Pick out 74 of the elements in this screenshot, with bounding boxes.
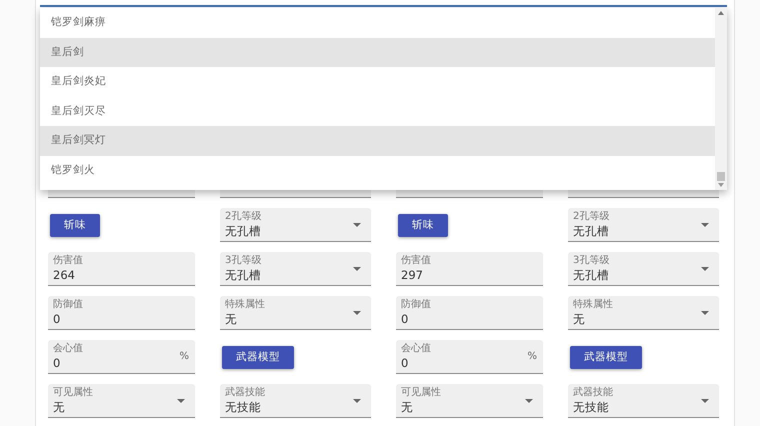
field-label: 伤害值 (53, 254, 84, 266)
caret-icon (701, 266, 709, 270)
input-field[interactable]: 伤害值 264 (48, 252, 195, 286)
select-field[interactable]: 3孔等级 无孔槽 (220, 252, 371, 286)
dropdown-option[interactable]: 铠罗剑麻痹 (40, 8, 715, 38)
action-button[interactable]: 斩味 (50, 214, 100, 236)
field-label: 可见属性 (53, 386, 94, 398)
select-field[interactable]: 特殊属性 无 (220, 296, 371, 330)
field-label: 防御值 (401, 298, 432, 310)
field-value: 0 (401, 310, 410, 326)
field-label: 可见属性 (401, 386, 442, 398)
select-field[interactable]: 可见属性 无 (48, 384, 195, 418)
caret-icon (525, 398, 533, 402)
field-label: 3孔等级 (573, 254, 610, 266)
select-field[interactable]: 武器技能 无技能 (220, 384, 371, 418)
field-value: 无孔槽 (225, 222, 262, 238)
field-value: 无 (401, 398, 414, 414)
dropdown-option[interactable]: 皇后剑灭尽 (40, 96, 715, 126)
caret-icon (177, 398, 185, 402)
field-label: 2孔等级 (573, 210, 610, 222)
scrollbar-thumb[interactable] (717, 172, 725, 181)
dropdown-option[interactable]: 皇后剑冥灯 (40, 126, 715, 156)
field-value: 264 (53, 266, 76, 282)
field-value: 0 (401, 354, 410, 370)
field-label: 会心值 (53, 342, 84, 354)
field-value: 无 (53, 398, 66, 414)
action-button[interactable]: 武器模型 (570, 346, 642, 368)
input-field[interactable]: 防御值 0 (396, 296, 543, 330)
field-label: 特殊属性 (225, 298, 266, 310)
dropdown-option[interactable]: 铠罗剑火 (40, 156, 715, 185)
field-value: 无技能 (573, 398, 610, 414)
field-label: 武器技能 (225, 386, 266, 398)
field-label: 特殊属性 (573, 298, 614, 310)
field-label: 2孔等级 (225, 210, 262, 222)
caret-icon (701, 222, 709, 226)
field-label: 3孔等级 (225, 254, 262, 266)
input-field[interactable]: 伤害值 297 (396, 252, 543, 286)
field-value: 无孔槽 (573, 222, 610, 238)
select-field[interactable]: 可见属性 无 (396, 384, 543, 418)
caret-icon (353, 398, 361, 402)
scroll-up-icon[interactable] (718, 11, 724, 15)
action-button[interactable]: 斩味 (398, 214, 448, 236)
scroll-down-icon[interactable] (718, 183, 724, 187)
unit-suffix: % (179, 351, 189, 362)
select-field[interactable]: 特殊属性 无 (568, 296, 719, 330)
dropdown-option[interactable]: 皇后剑 (40, 38, 715, 67)
action-button[interactable]: 武器模型 (222, 346, 294, 368)
input-field[interactable]: 会心值 0 % (48, 340, 195, 374)
field-value: 297 (401, 266, 424, 282)
field-label: 伤害值 (401, 254, 432, 266)
field-value: 无 (573, 310, 586, 326)
scrollbar[interactable] (715, 8, 727, 190)
field-label: 防御值 (53, 298, 84, 310)
field-value: 无孔槽 (573, 266, 610, 282)
input-field[interactable]: 防御值 0 (48, 296, 195, 330)
field-value: 无 (225, 310, 238, 326)
field-value: 无孔槽 (225, 266, 262, 282)
field-label: 会心值 (401, 342, 432, 354)
field-value: 0 (53, 354, 62, 370)
select-field[interactable]: 武器技能 无技能 (568, 384, 719, 418)
caret-icon (701, 310, 709, 314)
caret-icon (353, 310, 361, 314)
dropdown-option[interactable]: 皇后剑炎妃 (40, 67, 715, 96)
caret-icon (353, 266, 361, 270)
select-field[interactable]: 2孔等级 无孔槽 (220, 208, 371, 242)
field-label: 武器技能 (573, 386, 614, 398)
caret-icon (353, 222, 361, 226)
field-value: 无技能 (225, 398, 262, 414)
select-field[interactable]: 3孔等级 无孔槽 (568, 252, 719, 286)
unit-suffix: % (527, 351, 537, 362)
input-field[interactable]: 会心值 0 % (396, 340, 543, 374)
caret-icon (701, 398, 709, 402)
field-value: 0 (53, 310, 62, 326)
select-field[interactable]: 2孔等级 无孔槽 (568, 208, 719, 242)
